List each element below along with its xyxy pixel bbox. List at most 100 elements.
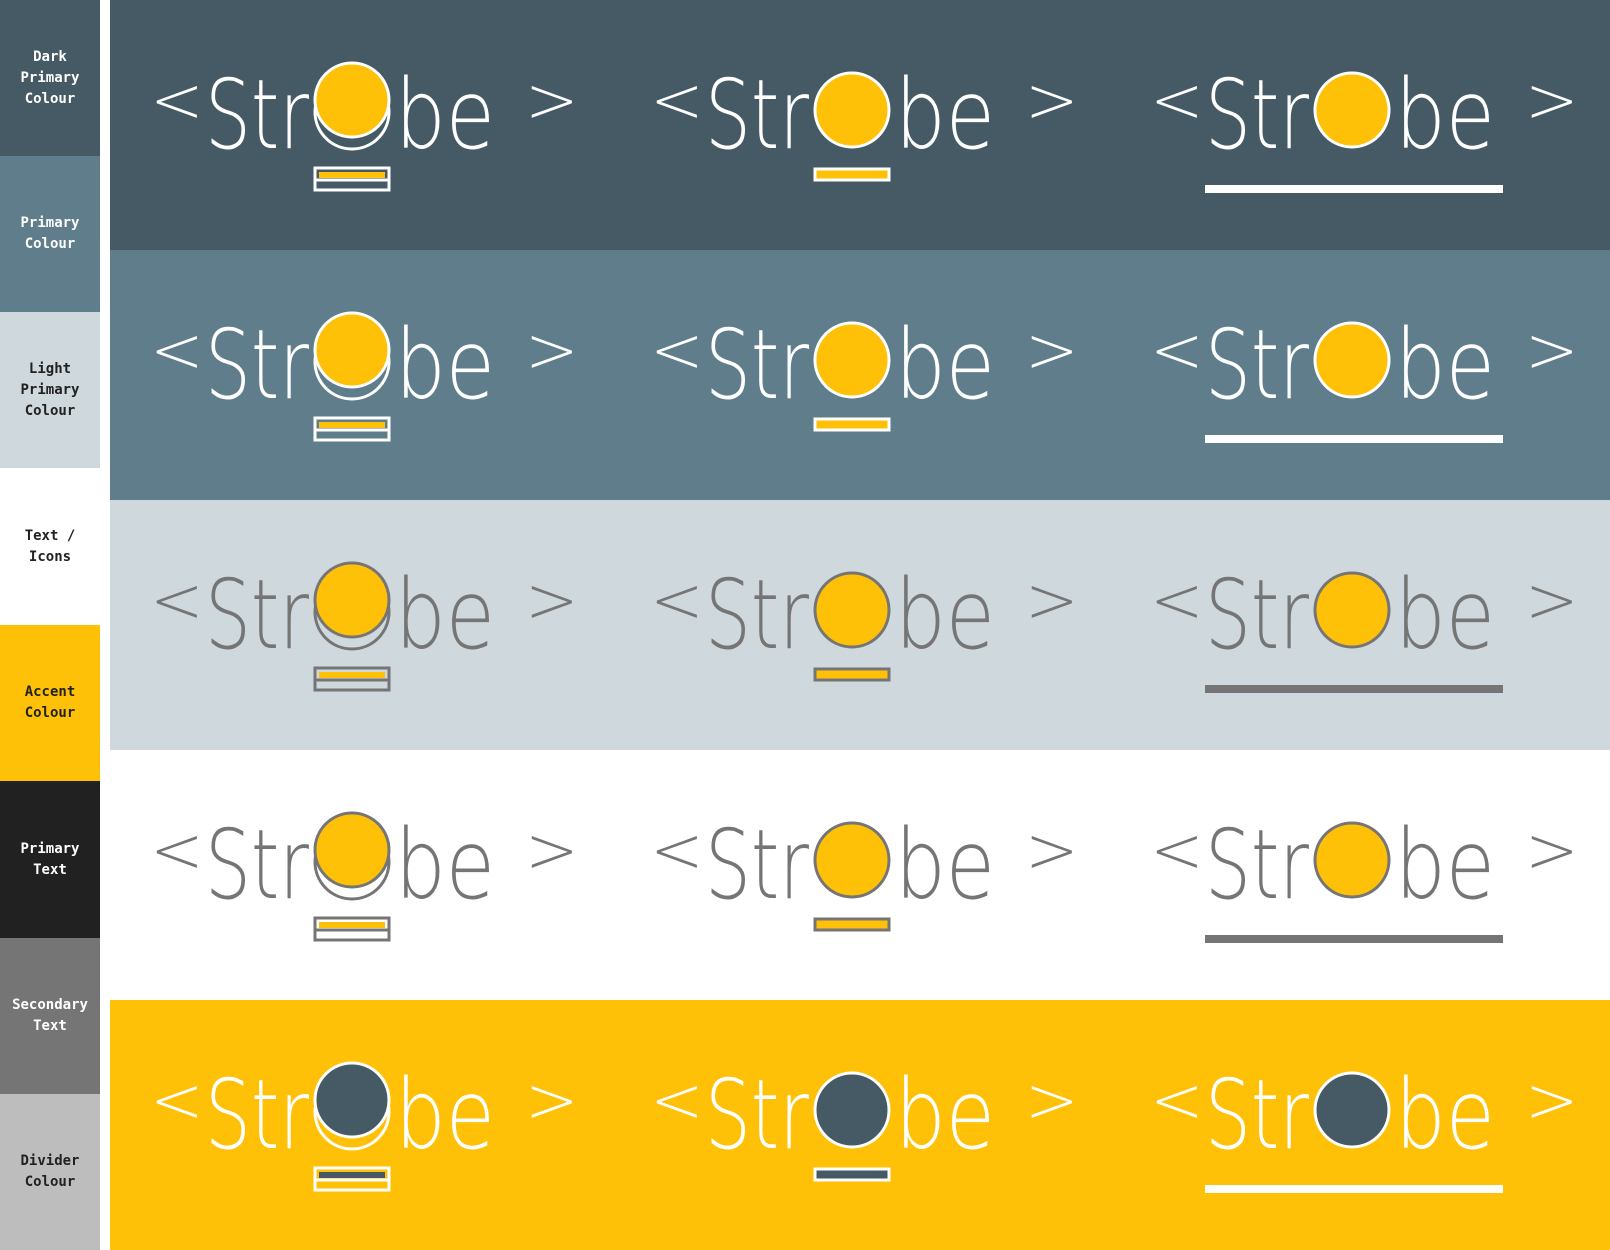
swatch-primary-text: Primary Text	[0, 781, 100, 938]
logo-left-bracket: <	[150, 314, 204, 388]
logo-right-bracket: >	[1525, 1064, 1579, 1138]
logo-row-svg: < >Str be < >Str be < >Str be	[150, 59, 1579, 193]
swatch-label: Divider Colour	[20, 1151, 79, 1193]
logo-suffix-text: be	[895, 559, 995, 671]
swatch-label-line: Colour	[24, 705, 76, 721]
logo-prefix-text: Str	[205, 1059, 309, 1171]
logo-o-circle	[313, 311, 391, 389]
logo-suffix-text: be	[1395, 59, 1495, 171]
logo-prefix-text: Str	[1205, 1059, 1309, 1171]
swatch-label-line: Primary	[20, 840, 80, 857]
strobe-logo-stacked-circle-double-bar: < > Str be	[150, 809, 579, 942]
logo-left-bracket: <	[1150, 314, 1204, 388]
logo-o-circle	[813, 321, 891, 399]
swatch-label-line: Colour	[24, 1174, 76, 1190]
logo-right-bracket: >	[1025, 1064, 1079, 1138]
logo-band-dark-primary: < > Str be < > Str be < > Str be	[110, 0, 1610, 250]
logo-right-bracket: >	[1525, 64, 1579, 138]
logo-prefix-text: Str	[1205, 809, 1309, 921]
logo-left-bracket: <	[650, 64, 704, 138]
logo-o-circle	[813, 1071, 891, 1149]
swatch-label-line: Primary	[20, 69, 80, 86]
logo-left-bracket: <	[650, 1064, 704, 1138]
logo-underline	[1205, 935, 1503, 943]
logo-bar-fill	[319, 172, 385, 178]
swatch-label-line: Colour	[24, 402, 76, 419]
swatch-label: Dark Primary Colour	[20, 47, 79, 110]
swatch-label-line: Text	[33, 861, 67, 878]
swatch-label-line: Divider	[20, 1153, 80, 1169]
logo-prefix-text: Str	[1205, 59, 1309, 171]
logo-right-bracket: >	[525, 314, 579, 388]
color-palette-sidebar: Dark Primary Colour Primary Colour Light Pri…	[0, 0, 100, 1250]
logo-suffix-text: be	[1395, 559, 1495, 671]
logo-suffix-text: be	[395, 59, 495, 171]
logo-prefix-text: Str	[705, 1059, 809, 1171]
swatch-label-line: Accent	[24, 684, 76, 700]
logo-suffix-text: be	[895, 809, 995, 921]
swatch-label-line: Icons	[28, 548, 72, 565]
logo-o-circle	[313, 61, 391, 139]
strobe-logo-circle-long-underline: < > Str be	[1150, 809, 1579, 943]
swatch-label-line: Colour	[24, 90, 76, 107]
logo-underline	[1205, 185, 1503, 193]
strobe-logo-circle-small-bar: < > Str be	[650, 309, 1079, 432]
logo-small-bar	[813, 1167, 891, 1182]
logo-underline	[1205, 685, 1503, 693]
swatch-label-line: Secondary	[12, 997, 88, 1013]
logo-bar-fill	[319, 1172, 385, 1178]
strobe-logo-circle-small-bar: < > Str be	[650, 59, 1079, 182]
logo-suffix-text: be	[1395, 309, 1495, 421]
swatch-label: Primary Colour	[20, 213, 79, 255]
swatch-label-line: Text /	[24, 527, 76, 544]
swatch-dark-primary: Dark Primary Colour	[0, 0, 100, 156]
strobe-logo-circle-small-bar: < > Str be	[650, 809, 1079, 932]
logo-suffix-text: be	[395, 559, 495, 671]
logo-right-bracket: >	[525, 1064, 579, 1138]
logo-o-circle	[313, 811, 391, 889]
logo-prefix-text: Str	[705, 809, 809, 921]
logo-small-bar	[813, 417, 891, 432]
logo-left-bracket: <	[150, 814, 204, 888]
logo-left-bracket: <	[650, 814, 704, 888]
logo-bar-fill	[319, 422, 385, 428]
logo-right-bracket: >	[1025, 814, 1079, 888]
strobe-logo-stacked-circle-double-bar: < > Str be	[150, 59, 579, 192]
logo-left-bracket: <	[150, 564, 204, 638]
logo-right-bracket: >	[1025, 564, 1079, 638]
logo-left-bracket: <	[1150, 1064, 1204, 1138]
logo-row-svg: < >Str be < >Str be < >Str be	[150, 1059, 1579, 1193]
strobe-logo-stacked-circle-double-bar: < > Str be	[150, 559, 579, 692]
logo-row-svg: < >Str be < >Str be < >Str be	[150, 809, 1579, 943]
logo-o-circle	[813, 571, 891, 649]
logo-o-circle	[1313, 821, 1391, 899]
logo-suffix-text: be	[1395, 809, 1495, 921]
strobe-logo-stacked-circle-double-bar: < > Str be	[150, 309, 579, 442]
logo-suffix-text: be	[895, 309, 995, 421]
logo-prefix-text: Str	[705, 59, 809, 171]
swatch-text-icons: Text / Icons	[0, 468, 100, 625]
logo-left-bracket: <	[650, 314, 704, 388]
logo-o-circle	[813, 821, 891, 899]
logo-right-bracket: >	[1525, 314, 1579, 388]
swatch-label: Text / Icons	[25, 526, 76, 568]
logo-band-white: < > Str be < > Str be < > Str be	[110, 750, 1610, 1000]
logo-bar-fill	[319, 672, 385, 678]
swatch-label: Accent Colour	[25, 682, 76, 724]
logo-o-circle	[313, 561, 391, 639]
logo-row-svg: < >Str be < >Str be < >Str be	[150, 559, 1579, 693]
logo-prefix-text: Str	[1205, 309, 1309, 421]
strobe-logo-circle-long-underline: < > Str be	[1150, 559, 1579, 693]
logo-left-bracket: <	[650, 564, 704, 638]
swatch-secondary-text: Secondary Text	[0, 938, 100, 1094]
swatch-label-line: Light	[28, 360, 72, 377]
swatch-accent: Accent Colour	[0, 625, 100, 781]
logo-small-bar	[813, 167, 891, 182]
strobe-logo-circle-long-underline: < > Str be	[1150, 1059, 1579, 1193]
swatch-label-line: Primary	[20, 381, 80, 398]
logo-suffix-text: be	[395, 309, 495, 421]
logo-band-accent: < > Str be < > Str be < > Str be	[110, 1000, 1610, 1250]
logo-suffix-text: be	[395, 809, 495, 921]
swatch-label-line: Dark	[33, 48, 67, 65]
swatch-label: Secondary Text	[12, 995, 88, 1037]
